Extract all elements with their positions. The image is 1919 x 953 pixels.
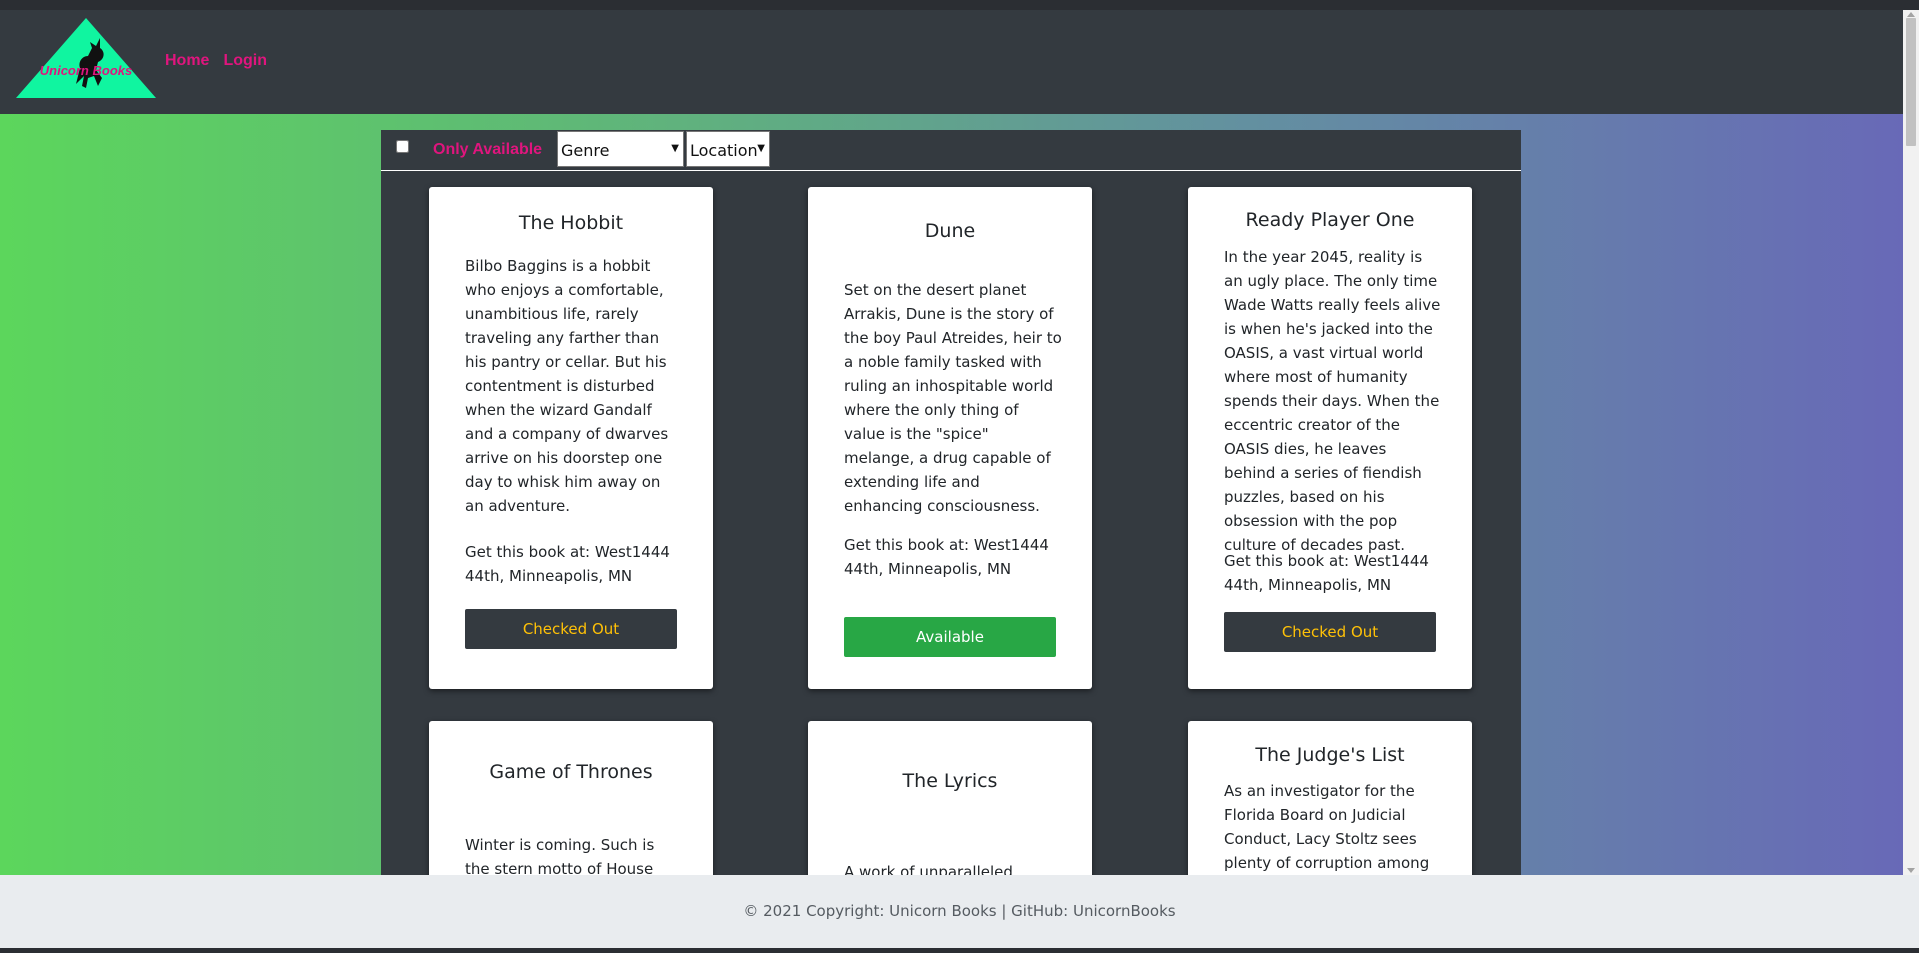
book-title: The Hobbit xyxy=(518,212,624,234)
book-title: Ready Player One xyxy=(1245,209,1415,231)
book-title: Dune xyxy=(924,220,976,242)
book-description: Set on the desert planet Arrakis, Dune i… xyxy=(844,281,1062,515)
nav-login-link[interactable]: Login xyxy=(223,52,267,70)
location-select-value: Location xyxy=(690,141,758,160)
book-title: The Lyrics xyxy=(902,770,998,792)
book-location: Get this book at: West1444 44th, Minneap… xyxy=(1224,552,1429,594)
genre-select[interactable]: Genre ▼ xyxy=(557,131,684,167)
book-card: The Lyrics A work of unparalleled xyxy=(808,721,1092,875)
genre-select-value: Genre xyxy=(561,141,610,160)
checked-out-button[interactable]: Checked Out xyxy=(1224,612,1436,652)
navbar: Unicorn Books Home Login xyxy=(0,10,1903,114)
book-title: Game of Thrones xyxy=(489,761,653,783)
book-title: The Judge's List xyxy=(1255,744,1405,766)
book-location: Get this book at: West1444 44th, Minneap… xyxy=(844,536,1049,578)
only-available-checkbox[interactable] xyxy=(396,140,409,153)
location-select[interactable]: Location ▼ xyxy=(686,131,770,167)
page-footer: © 2021 Copyright: Unicorn Books | GitHub… xyxy=(0,875,1919,948)
available-button[interactable]: Available xyxy=(844,617,1056,657)
book-description: Winter is coming. Such is the stern mott… xyxy=(465,836,655,875)
books-panel: Only Available Genre ▼ Location ▼ The Ho… xyxy=(381,130,1521,875)
nav-home-link[interactable]: Home xyxy=(165,52,209,70)
only-available-label[interactable]: Only Available xyxy=(433,141,542,159)
book-description: Bilbo Baggins is a hobbit who enjoys a c… xyxy=(465,257,669,515)
book-description: As an investigator for the Florida Board… xyxy=(1224,782,1430,872)
book-card: The Hobbit Bilbo Baggins is a hobbit who… xyxy=(429,187,713,689)
nav-links: Home Login xyxy=(165,52,267,70)
book-location: Get this book at: West1444 44th, Minneap… xyxy=(465,543,670,585)
scrollbar-thumb[interactable] xyxy=(1906,18,1916,146)
chevron-down-icon: ▼ xyxy=(671,143,679,154)
book-card: Dune Set on the desert planet Arrakis, D… xyxy=(808,187,1092,689)
book-description: A work of unparalleled xyxy=(844,863,1013,875)
book-description: In the year 2045, reality is an ugly pla… xyxy=(1224,248,1441,554)
window-bottom-edge xyxy=(0,948,1919,953)
scroll-up-icon[interactable] xyxy=(1907,12,1915,17)
book-card: Ready Player One In the year 2045, reali… xyxy=(1188,187,1472,689)
unicorn-books-logo[interactable]: Unicorn Books xyxy=(16,18,156,98)
book-card: The Judge's List As an investigator for … xyxy=(1188,721,1472,875)
book-card: Game of Thrones Winter is coming. Such i… xyxy=(429,721,713,875)
page-scrollbar[interactable] xyxy=(1903,10,1919,875)
filter-bar: Only Available Genre ▼ Location ▼ xyxy=(381,130,1521,171)
chevron-down-icon: ▼ xyxy=(757,143,765,154)
footer-copyright: © 2021 Copyright: Unicorn Books | GitHub… xyxy=(743,902,1176,920)
scroll-down-icon[interactable] xyxy=(1907,868,1915,873)
checked-out-button[interactable]: Checked Out xyxy=(465,609,677,649)
logo-text: Unicorn Books xyxy=(40,63,132,78)
